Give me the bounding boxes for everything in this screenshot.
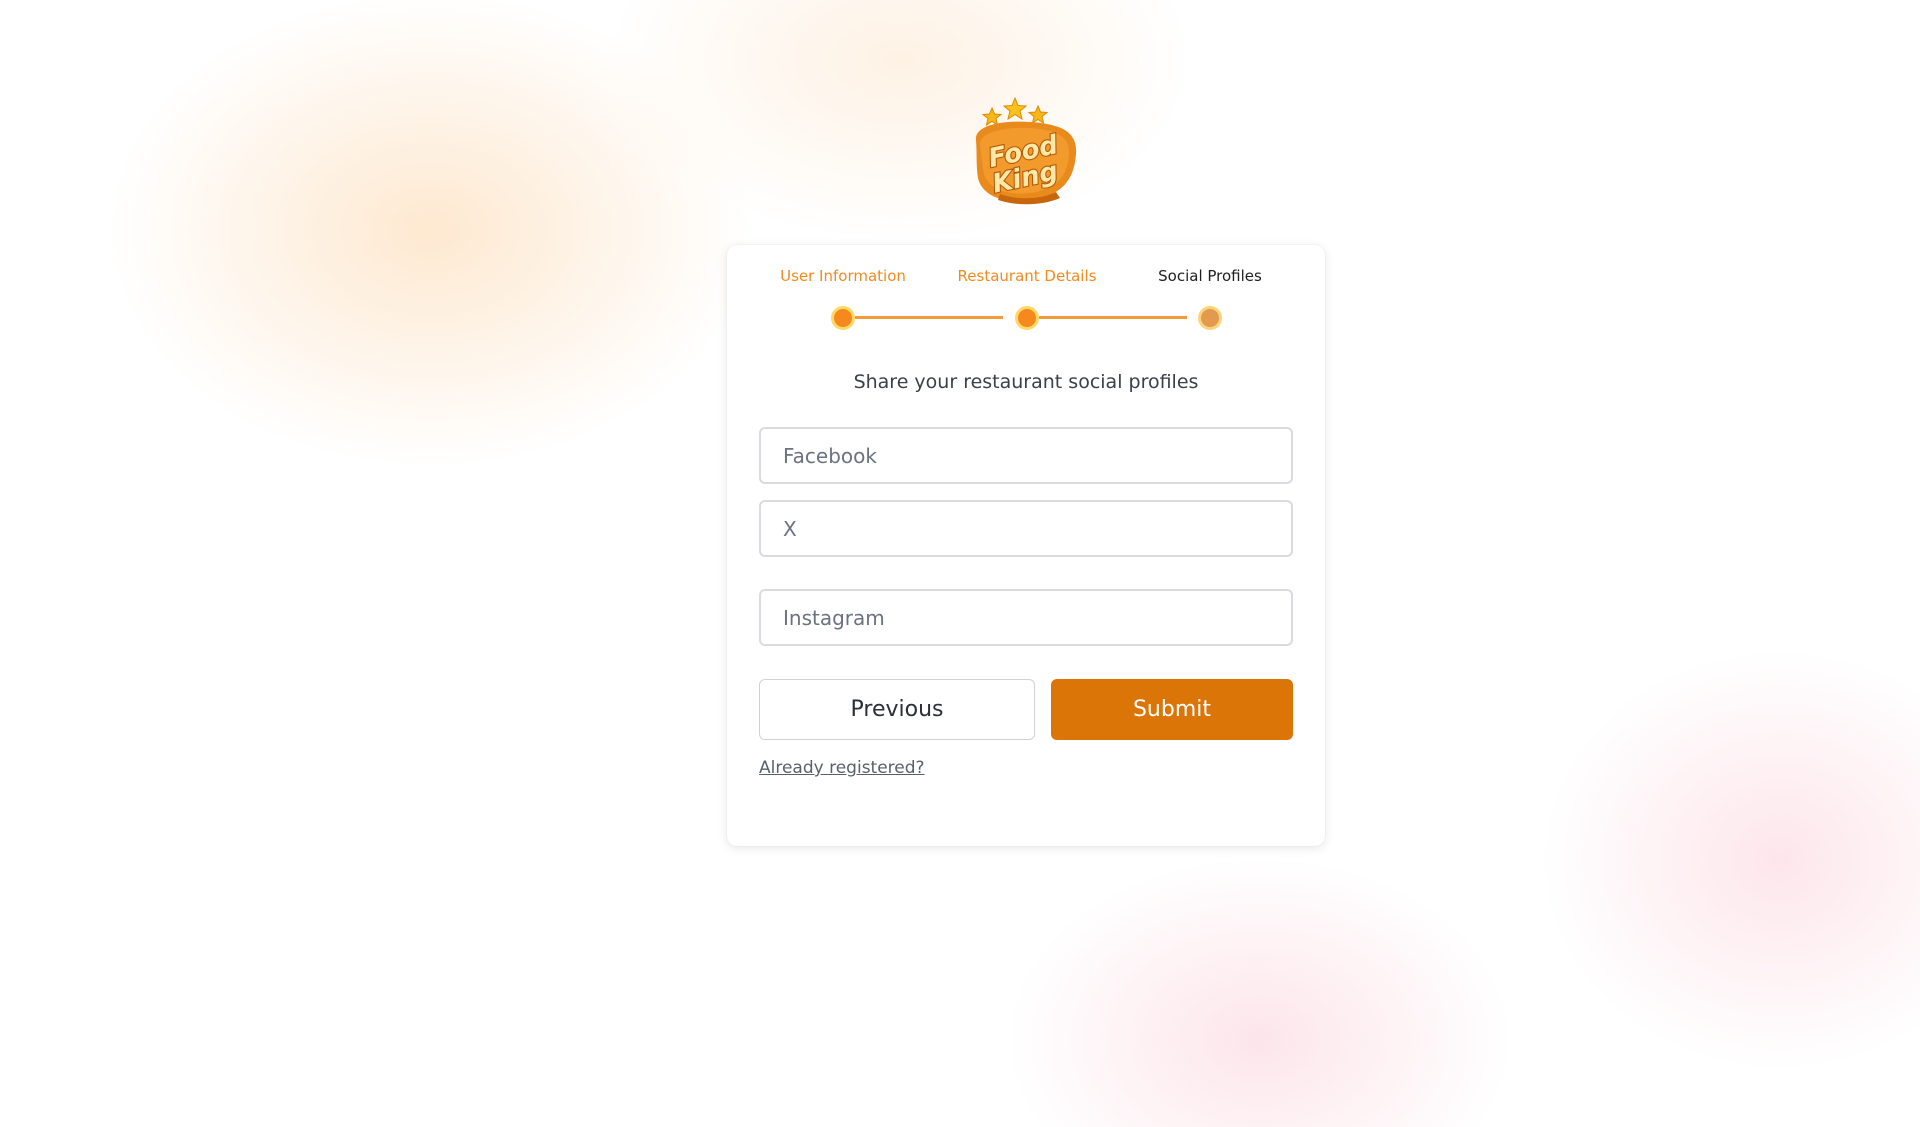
x-input[interactable] (759, 500, 1293, 557)
step-dot-restaurant-details (1015, 306, 1039, 330)
facebook-input[interactable] (759, 427, 1293, 484)
already-registered-link[interactable]: Already registered? (759, 758, 925, 778)
step-label-user-information: User Information (780, 267, 906, 285)
previous-button[interactable]: Previous (759, 679, 1035, 740)
step-dot-social-profiles (1198, 306, 1222, 330)
stepper-connector-1 (855, 316, 1003, 319)
stepper-connector-2 (1039, 316, 1187, 319)
foodking-logo: Food King (975, 96, 1077, 205)
step-label-social-profiles: Social Profiles (1158, 267, 1262, 285)
registration-card: User Information Restaurant Details Soci… (727, 245, 1325, 846)
form-subtitle: Share your restaurant social profiles (853, 371, 1199, 393)
step-dot-user-information (831, 306, 855, 330)
submit-button[interactable]: Submit (1051, 679, 1293, 740)
step-label-restaurant-details: Restaurant Details (957, 267, 1097, 285)
instagram-input[interactable] (759, 589, 1293, 646)
